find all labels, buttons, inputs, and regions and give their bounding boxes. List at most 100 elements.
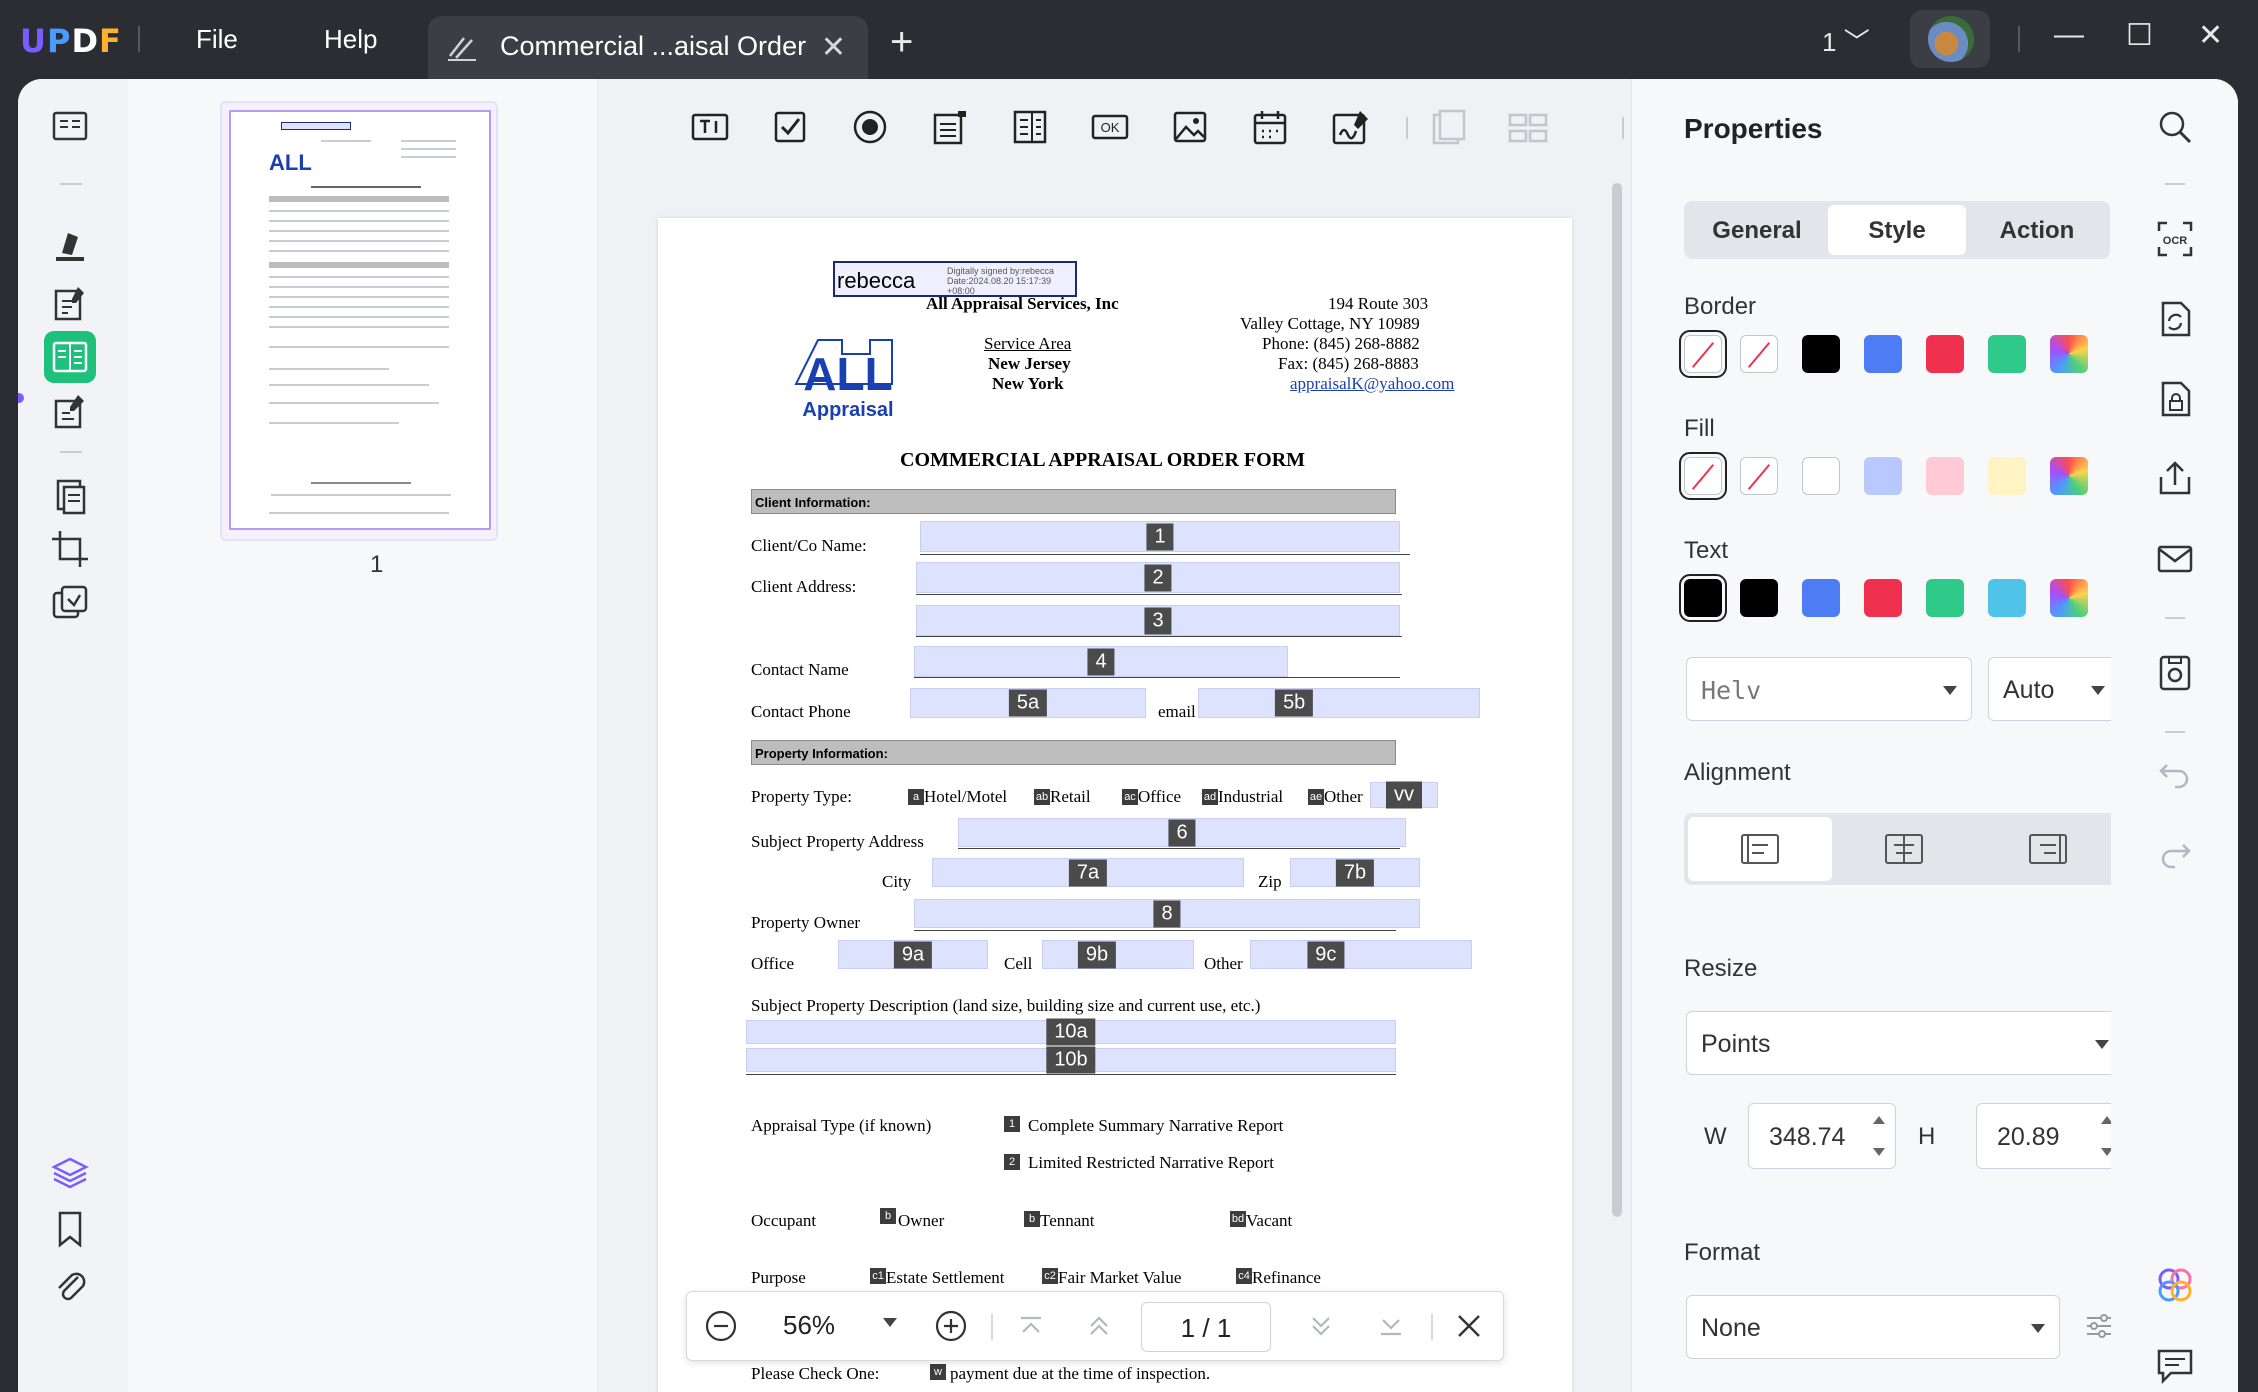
- format-settings-icon[interactable]: [2084, 1311, 2114, 1341]
- email-link[interactable]: appraisalK@yahoo.com: [1290, 374, 1454, 394]
- tools-button[interactable]: [44, 579, 96, 631]
- align-left-button[interactable]: [1688, 817, 1832, 881]
- close-tab-icon[interactable]: ✕: [821, 30, 846, 65]
- crop-button[interactable]: [44, 523, 96, 575]
- field-1[interactable]: 1: [920, 521, 1400, 552]
- previous-page-button[interactable]: [1081, 1308, 1117, 1344]
- checkbox-owner[interactable]: b: [880, 1208, 896, 1224]
- list-box-tool[interactable]: [1010, 107, 1050, 147]
- ocr-button[interactable]: OCR: [2155, 219, 2195, 259]
- fill-swatch[interactable]: [1740, 457, 1778, 495]
- tab-style[interactable]: Style: [1828, 205, 1966, 255]
- organize-pages-button[interactable]: [44, 471, 96, 523]
- field-3[interactable]: 3: [916, 605, 1400, 636]
- field-7b[interactable]: 7b: [1290, 858, 1420, 887]
- text-swatch[interactable]: [1740, 579, 1778, 617]
- checkbox-fmv[interactable]: c2: [1042, 1268, 1058, 1284]
- align-right-button[interactable]: [1976, 817, 2120, 881]
- avatar[interactable]: [1910, 10, 1990, 68]
- checkbox-payment[interactable]: w: [930, 1364, 946, 1380]
- height-input[interactable]: 20.89: [1976, 1103, 2124, 1169]
- checkbox-office[interactable]: ac: [1122, 789, 1138, 805]
- new-tab-icon[interactable]: +: [890, 22, 913, 62]
- edit-pdf-button[interactable]: [44, 277, 96, 329]
- attachment-button[interactable]: [44, 1259, 96, 1311]
- search-button[interactable]: [2155, 107, 2195, 147]
- align-center-button[interactable]: [1832, 817, 1976, 881]
- radio-button-tool[interactable]: [850, 107, 890, 147]
- zoom-dropdown-icon[interactable]: [883, 1318, 897, 1327]
- text-swatch[interactable]: [1864, 579, 1902, 617]
- checkbox-limited-restricted[interactable]: 2: [1004, 1154, 1020, 1170]
- text-swatch[interactable]: [1926, 579, 1964, 617]
- close-nav-button[interactable]: [1451, 1308, 1487, 1344]
- last-page-button[interactable]: [1373, 1308, 1409, 1344]
- redo-button[interactable]: [2155, 831, 2195, 871]
- fill-swatch[interactable]: [1864, 457, 1902, 495]
- border-swatch[interactable]: [1926, 335, 1964, 373]
- checkbox-tool[interactable]: [770, 107, 810, 147]
- comment-button[interactable]: [44, 219, 96, 271]
- checkbox-estate[interactable]: c1: [870, 1268, 886, 1284]
- border-swatch[interactable]: [1864, 335, 1902, 373]
- maximize-icon[interactable]: ☐: [2126, 18, 2153, 53]
- vertical-scrollbar[interactable]: [1612, 183, 1622, 1217]
- fill-swatch[interactable]: [1926, 457, 1964, 495]
- grid-tool[interactable]: [1508, 107, 1548, 147]
- field-9b[interactable]: 9b: [1042, 940, 1194, 969]
- bookmark-button[interactable]: [44, 1203, 96, 1255]
- fill-sign-button[interactable]: [44, 385, 96, 437]
- save-button[interactable]: [2155, 653, 2195, 693]
- share-button[interactable]: [2155, 459, 2195, 499]
- border-swatch[interactable]: [1679, 330, 1727, 378]
- resize-unit-dropdown[interactable]: Points: [1686, 1011, 2124, 1075]
- field-10b[interactable]: 10b: [746, 1046, 1396, 1074]
- email-button[interactable]: [2155, 539, 2195, 579]
- minimize-icon[interactable]: —: [2054, 18, 2084, 52]
- button-tool[interactable]: OK: [1090, 107, 1130, 147]
- border-swatch[interactable]: [2050, 335, 2088, 373]
- field-4[interactable]: 4: [914, 646, 1288, 677]
- field-10a[interactable]: 10a: [746, 1018, 1396, 1046]
- menu-help[interactable]: Help: [324, 24, 377, 55]
- field-9a[interactable]: 9a: [838, 940, 988, 969]
- layers-button[interactable]: [44, 1147, 96, 1199]
- text-swatch[interactable]: [1988, 579, 2026, 617]
- signature-tool[interactable]: [1330, 107, 1370, 147]
- field-5a[interactable]: 5a: [910, 688, 1146, 718]
- checkbox-refinance[interactable]: c4: [1236, 1268, 1252, 1284]
- undo-button[interactable]: [2155, 751, 2195, 791]
- text-swatch[interactable]: [1679, 574, 1727, 622]
- next-page-button[interactable]: [1303, 1308, 1339, 1344]
- fill-swatch[interactable]: [2050, 457, 2088, 495]
- image-tool[interactable]: [1170, 107, 1210, 147]
- field-9c[interactable]: 9c: [1250, 940, 1472, 969]
- first-page-button[interactable]: [1013, 1308, 1049, 1344]
- format-dropdown[interactable]: None: [1686, 1295, 2060, 1359]
- border-swatch[interactable]: [1740, 335, 1778, 373]
- menu-file[interactable]: File: [196, 24, 238, 55]
- checkbox-vacant[interactable]: bd: [1230, 1211, 1246, 1227]
- date-tool[interactable]: [1250, 107, 1290, 147]
- field-5b[interactable]: 5b: [1198, 688, 1480, 718]
- width-input[interactable]: 348.74: [1748, 1103, 1896, 1169]
- tab-action[interactable]: Action: [1968, 205, 2106, 255]
- reader-mode-button[interactable]: [44, 101, 96, 153]
- comments-button[interactable]: [2155, 1345, 2195, 1385]
- field-vv[interactable]: vv: [1370, 781, 1438, 809]
- field-2[interactable]: 2: [916, 562, 1400, 593]
- checkbox-tennant[interactable]: b: [1024, 1211, 1040, 1227]
- protect-button[interactable]: [2155, 379, 2195, 419]
- tab-general[interactable]: General: [1688, 205, 1826, 255]
- text-field-tool[interactable]: [690, 107, 730, 147]
- border-swatch[interactable]: [1802, 335, 1840, 373]
- checkbox-complete-summary[interactable]: 1: [1004, 1116, 1020, 1132]
- field-7a[interactable]: 7a: [932, 858, 1244, 887]
- page-selector[interactable]: 1 ﹀: [1822, 22, 1870, 59]
- ai-assistant-button[interactable]: [2155, 1265, 2195, 1305]
- font-size-dropdown[interactable]: Auto: [1988, 657, 2120, 721]
- fill-swatch[interactable]: [1988, 457, 2026, 495]
- page-number-input[interactable]: 1 / 1: [1141, 1302, 1271, 1352]
- checkbox-industrial[interactable]: ad: [1202, 789, 1218, 805]
- close-window-icon[interactable]: ✕: [2198, 18, 2223, 53]
